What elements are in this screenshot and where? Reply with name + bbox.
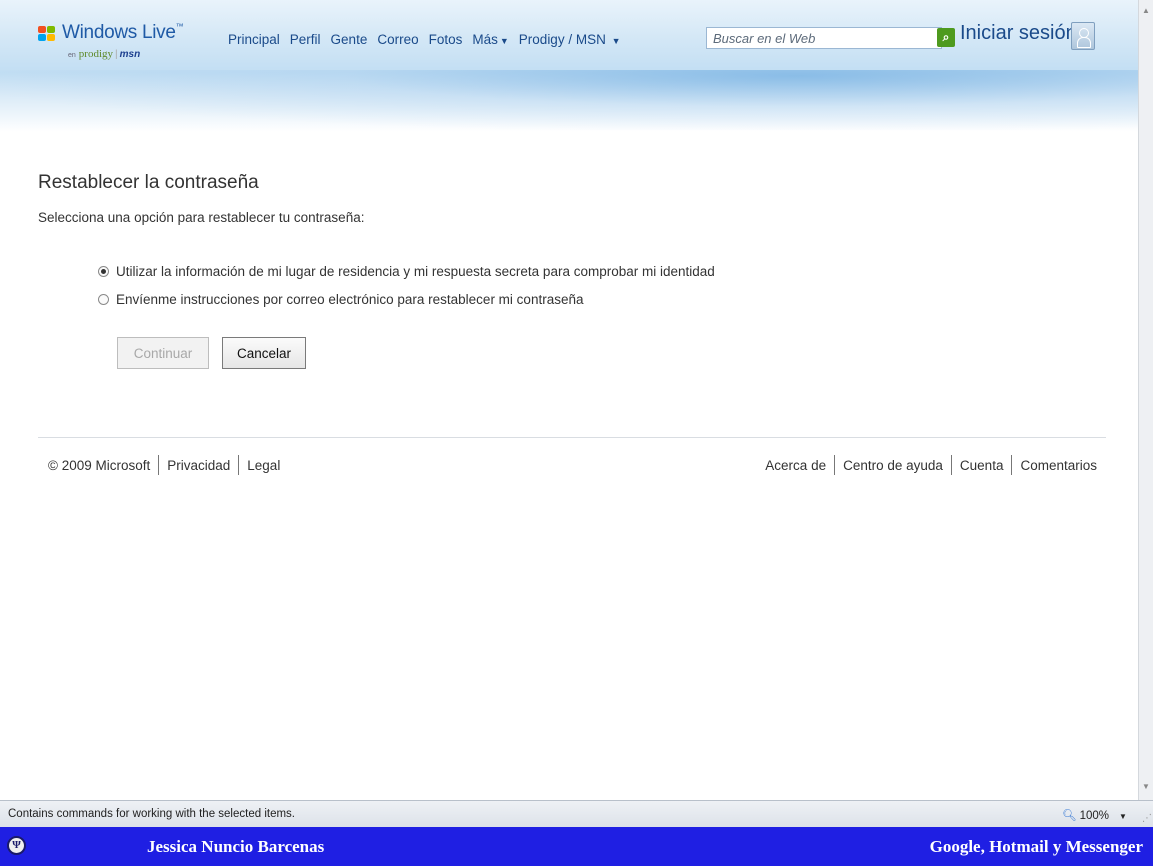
user-avatar-icon[interactable] — [1071, 22, 1095, 50]
copyright-text: © 2009 Microsoft — [48, 457, 151, 473]
nav-prodigy-msn[interactable]: Prodigy / MSN ▼ — [519, 32, 621, 47]
chevron-down-icon: ▼ — [499, 36, 509, 46]
feedback-link[interactable]: Comentarios — [1020, 458, 1097, 473]
logo-subtitle: en prodigy | msn — [68, 48, 141, 60]
option-label: Envíenme instrucciones por correo electr… — [116, 292, 584, 307]
chevron-down-icon: ▼ — [611, 36, 621, 46]
footer-divider — [38, 437, 1106, 438]
emblem-icon: Ψ — [7, 836, 26, 855]
header-glow — [0, 70, 1138, 130]
browser-status-bar: Contains commands for working with the s… — [0, 800, 1153, 827]
zoom-icon: 🔍︎ — [1062, 810, 1077, 822]
caption-author: Jessica Nuncio Barcenas — [147, 837, 325, 856]
separator — [950, 455, 952, 475]
vertical-scrollbar[interactable]: ▲ ▼ — [1138, 0, 1153, 800]
chevron-down-icon: ▼ — [1119, 812, 1127, 821]
site-header: Windows Live™ en prodigy | msn Principal Pe… — [0, 0, 1138, 132]
help-center-link[interactable]: Centro de ayuda — [843, 458, 943, 473]
caption-bar: Ψ Jessica Nuncio Barcenas Google, Hotmai… — [0, 827, 1153, 866]
radio-email-instructions[interactable] — [98, 294, 109, 305]
nav-principal[interactable]: Principal — [228, 32, 280, 47]
privacy-link[interactable]: Privacidad — [167, 458, 230, 473]
scroll-up-icon[interactable]: ▲ — [1141, 4, 1151, 18]
option-residence-secret[interactable]: Utilizar la información de mi lugar de r… — [98, 264, 715, 279]
zoom-level: 100% — [1079, 810, 1110, 822]
zoom-control[interactable]: 🔍︎ 100% ▼ — [1062, 808, 1127, 822]
about-link[interactable]: Acerca de — [765, 458, 826, 473]
continue-button[interactable]: Continuar — [117, 337, 209, 369]
separator — [834, 455, 836, 475]
search-icon[interactable]: ⌕ — [937, 28, 955, 47]
footer-right-links: Acerca de Centro de ayuda Cuenta Comenta… — [765, 455, 1097, 475]
nav-fotos[interactable]: Fotos — [429, 32, 463, 47]
separator — [1011, 455, 1013, 475]
nav-perfil[interactable]: Perfil — [290, 32, 321, 47]
logo-title: Windows Live™ — [62, 22, 184, 43]
legal-link[interactable]: Legal — [247, 458, 280, 473]
nav-gente[interactable]: Gente — [331, 32, 368, 47]
nav-correo[interactable]: Correo — [377, 32, 418, 47]
scroll-down-icon[interactable]: ▼ — [1141, 780, 1151, 794]
windows-flag-icon — [38, 26, 58, 44]
top-nav: Principal Perfil Gente Correo Fotos Más ▼… — [228, 32, 621, 47]
option-email-instructions[interactable]: Envíenme instrucciones por correo electr… — [98, 292, 583, 307]
account-link[interactable]: Cuenta — [960, 458, 1004, 473]
caption-topic: Google, Hotmail y Messenger — [929, 837, 1143, 856]
separator — [238, 455, 240, 475]
separator — [158, 455, 160, 475]
cancel-button[interactable]: Cancelar — [222, 337, 306, 369]
status-text: Contains commands for working with the s… — [8, 808, 295, 820]
instructions-text: Selecciona una opción para restablecer t… — [38, 210, 365, 225]
search-input[interactable]: Buscar en el Web — [706, 27, 942, 49]
signin-link[interactable]: Iniciar sesión — [960, 22, 1077, 45]
radio-residence-secret[interactable] — [98, 266, 109, 277]
resize-grip-icon[interactable]: ⋰ — [1142, 813, 1152, 824]
footer-left-links: © 2009 Microsoft Privacidad Legal — [48, 455, 280, 475]
nav-mas[interactable]: Más ▼ — [472, 32, 508, 47]
option-label: Utilizar la información de mi lugar de r… — [116, 264, 715, 279]
page-title: Restablecer la contraseña — [38, 172, 259, 193]
